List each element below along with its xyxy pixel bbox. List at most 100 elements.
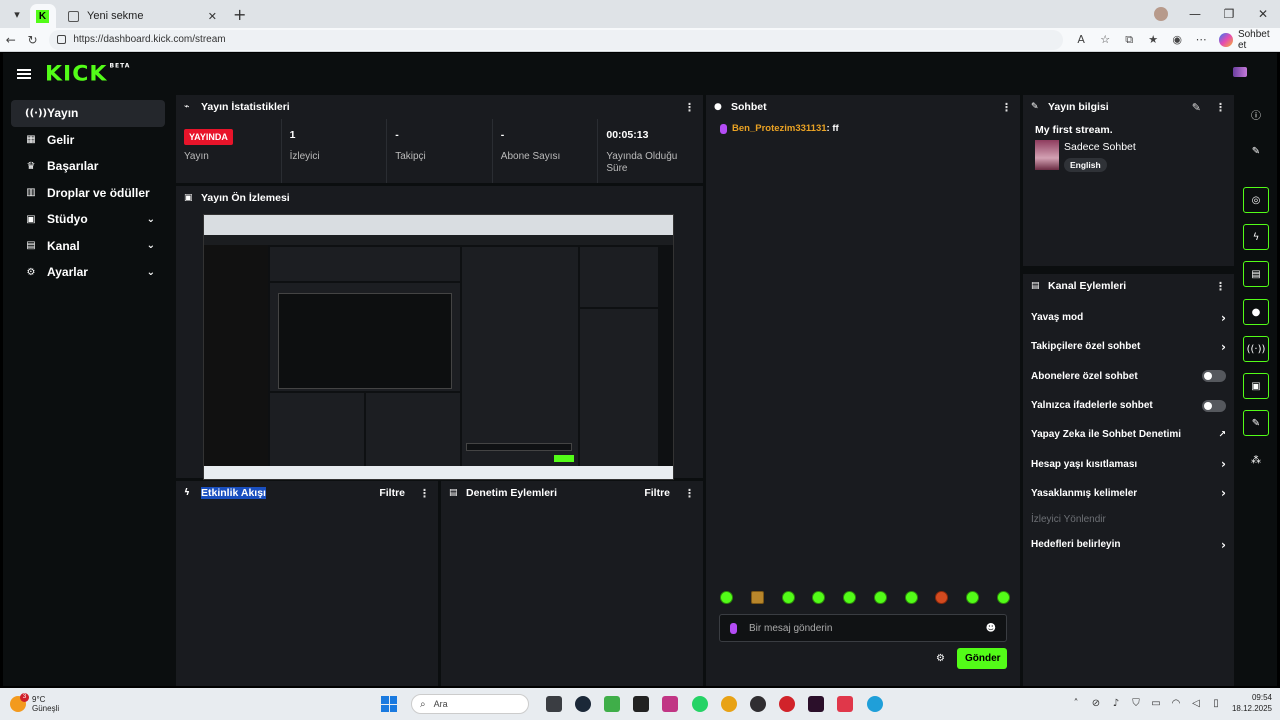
copilot-button[interactable]: Sohbet et — [1219, 29, 1280, 51]
emote-icon[interactable] — [904, 591, 918, 604]
wrench-icon[interactable]: ✎ — [1243, 410, 1269, 436]
emote-icon[interactable] — [720, 591, 733, 604]
epic-games-icon[interactable] — [633, 696, 650, 712]
hamburger-menu-icon[interactable] — [17, 67, 31, 81]
action-set-goals[interactable]: Hedefleri belirleyin › — [1023, 530, 1234, 559]
kebab-menu-icon[interactable]: ⋮ — [1001, 101, 1012, 114]
send-button[interactable]: Gönder — [956, 648, 1007, 669]
sidebar-item-droplar[interactable]: ▥ Droplar ve ödüller — [11, 180, 165, 207]
valorant-icon[interactable] — [837, 696, 854, 712]
sidebar-item-ayarlar[interactable]: ⚙ Ayarlar ⌄ — [11, 259, 165, 286]
emote-icon[interactable] — [750, 591, 764, 604]
more-icon[interactable]: ⋯ — [1189, 33, 1213, 46]
chat-bubble-icon[interactable]: ● — [1243, 299, 1269, 325]
collections-icon[interactable]: ◉ — [1165, 33, 1189, 46]
filter-button[interactable]: Filtre — [644, 487, 670, 499]
lightning-icon[interactable]: ϟ — [1243, 224, 1269, 250]
kebab-menu-icon[interactable]: ⋮ — [684, 101, 695, 114]
url-field[interactable]: https://dashboard.kick.com/stream — [49, 29, 1064, 50]
chat-settings-gear-icon[interactable]: ⚙ — [936, 653, 945, 664]
battery-icon[interactable]: ▯ — [1206, 698, 1226, 709]
kebab-menu-icon[interactable]: ⋮ — [1215, 101, 1226, 114]
user-menu-avatar[interactable] — [1233, 67, 1247, 77]
emote-icon[interactable] — [812, 591, 826, 604]
filter-button[interactable]: Filtre — [379, 487, 405, 499]
restore-icon[interactable]: ❐ — [1212, 7, 1246, 21]
clock[interactable]: 09:54 18.12.2025 — [1232, 692, 1272, 714]
shield-icon[interactable]: ⛉ — [1126, 698, 1146, 709]
tab-new[interactable]: Yeni sekme ✕ — [60, 4, 225, 28]
windows-start-icon[interactable] — [381, 696, 397, 712]
whatsapp-icon[interactable] — [691, 696, 708, 712]
emote-only-toggle[interactable] — [1202, 399, 1226, 412]
action-followers-only[interactable]: Takipçilere özel sohbet › — [1023, 332, 1234, 361]
add-widget-icon[interactable]: ⁂ — [1243, 447, 1269, 473]
emote-icon[interactable] — [966, 591, 980, 604]
volume-icon[interactable]: ◁ — [1186, 698, 1206, 709]
favorites-icon[interactable]: ★ — [1141, 33, 1165, 46]
chrome-icon[interactable] — [720, 696, 737, 712]
read-aloud-icon[interactable]: A — [1069, 33, 1093, 46]
preview-topbar — [204, 235, 673, 245]
action-ai-moderation[interactable]: Yapay Zeka ile Sohbet Denetimi ↗ — [1023, 420, 1234, 449]
new-tab-plus-icon[interactable]: + — [233, 5, 246, 24]
info-icon[interactable]: ⓘ — [1243, 101, 1269, 127]
stream-info-icon[interactable]: ▣ — [1243, 373, 1269, 399]
chevron-up-icon[interactable]: ˄ — [1066, 698, 1086, 709]
emote-icon[interactable] — [996, 591, 1010, 604]
edge-icon[interactable] — [866, 696, 883, 712]
notepad-icon[interactable] — [603, 696, 620, 712]
instagram-icon[interactable] — [662, 696, 679, 712]
kick-logo[interactable]: KICK BETA — [45, 62, 130, 86]
network-off-icon[interactable]: ⊘ — [1086, 698, 1106, 709]
weather-widget[interactable]: 3 9°C Güneşli — [10, 693, 59, 713]
emoji-picker-icon[interactable]: ☻ — [986, 623, 996, 634]
sidebar-item-studyo[interactable]: ▣ Stüdyo ⌄ — [11, 206, 165, 233]
chat-message-input[interactable] — [749, 622, 986, 634]
action-slow-mode[interactable]: Yavaş mod › — [1023, 303, 1234, 332]
edit-pencil-icon[interactable]: ✎ — [1192, 101, 1201, 114]
close-window-icon[interactable]: ✕ — [1246, 7, 1280, 21]
emote-icon[interactable] — [781, 591, 795, 604]
extensions-icon[interactable]: ⧉ — [1117, 33, 1141, 47]
subscribers-only-toggle[interactable] — [1202, 370, 1226, 383]
taskbar-search[interactable]: ⌕ Ara — [411, 694, 529, 714]
sidebar-item-gelir[interactable]: ▦ Gelir — [11, 127, 165, 154]
kick-favicon-icon: K — [36, 9, 49, 23]
action-banned-words[interactable]: Yasaklanmış kelimeler › — [1023, 479, 1234, 508]
broadcast-icon[interactable]: ((·)) — [1243, 336, 1269, 362]
chat-username[interactable]: Ben_Protezim331131 — [732, 123, 827, 134]
profile-avatar[interactable] — [1154, 7, 1168, 21]
tab-kick-dashboard[interactable]: K — [30, 4, 56, 28]
close-tab-icon[interactable]: ✕ — [208, 10, 217, 23]
camera-focus-icon[interactable]: ◎ — [1243, 187, 1269, 213]
back-arrow-icon[interactable]: ← — [0, 33, 22, 47]
sidebar-item-basarilar[interactable]: ♛ Başarılar — [11, 153, 165, 180]
clipboard-icon[interactable]: ▤ — [1243, 261, 1269, 287]
capcut-icon[interactable] — [808, 696, 825, 712]
sidebar-item-yayin[interactable]: ((·)) Yayın — [11, 100, 165, 127]
kebab-menu-icon[interactable]: ⋮ — [684, 487, 695, 500]
emote-icon[interactable] — [873, 591, 887, 604]
file-explorer-icon[interactable] — [545, 696, 562, 712]
emote-icon[interactable] — [843, 591, 857, 604]
site-info-icon[interactable] — [57, 35, 67, 44]
sidebar-item-kanal[interactable]: ▤ Kanal ⌄ — [11, 233, 165, 260]
action-account-age[interactable]: Hesap yaşı kısıtlaması › — [1023, 449, 1234, 478]
wifi-icon[interactable]: ◠ — [1166, 698, 1186, 709]
emote-icon[interactable] — [935, 591, 949, 604]
reload-icon[interactable]: ↻ — [22, 33, 44, 47]
minimize-icon[interactable]: — — [1178, 7, 1212, 21]
stream-preview-video[interactable] — [203, 214, 674, 480]
kebab-menu-icon[interactable]: ⋮ — [419, 487, 430, 500]
display-icon[interactable]: ▭ — [1146, 698, 1166, 709]
recorder-icon[interactable] — [779, 696, 796, 712]
microphone-icon[interactable] — [730, 622, 737, 634]
obs-icon[interactable] — [749, 696, 766, 712]
tab-list-chevron-icon[interactable]: ▾ — [4, 3, 30, 25]
mic-tray-icon[interactable]: ♪ — [1106, 698, 1126, 709]
steam-icon[interactable] — [574, 696, 591, 712]
favorite-star-icon[interactable]: ☆ — [1093, 33, 1117, 46]
kebab-menu-icon[interactable]: ⋮ — [1215, 280, 1226, 293]
edit-pencil-icon[interactable]: ✎ — [1243, 138, 1269, 164]
